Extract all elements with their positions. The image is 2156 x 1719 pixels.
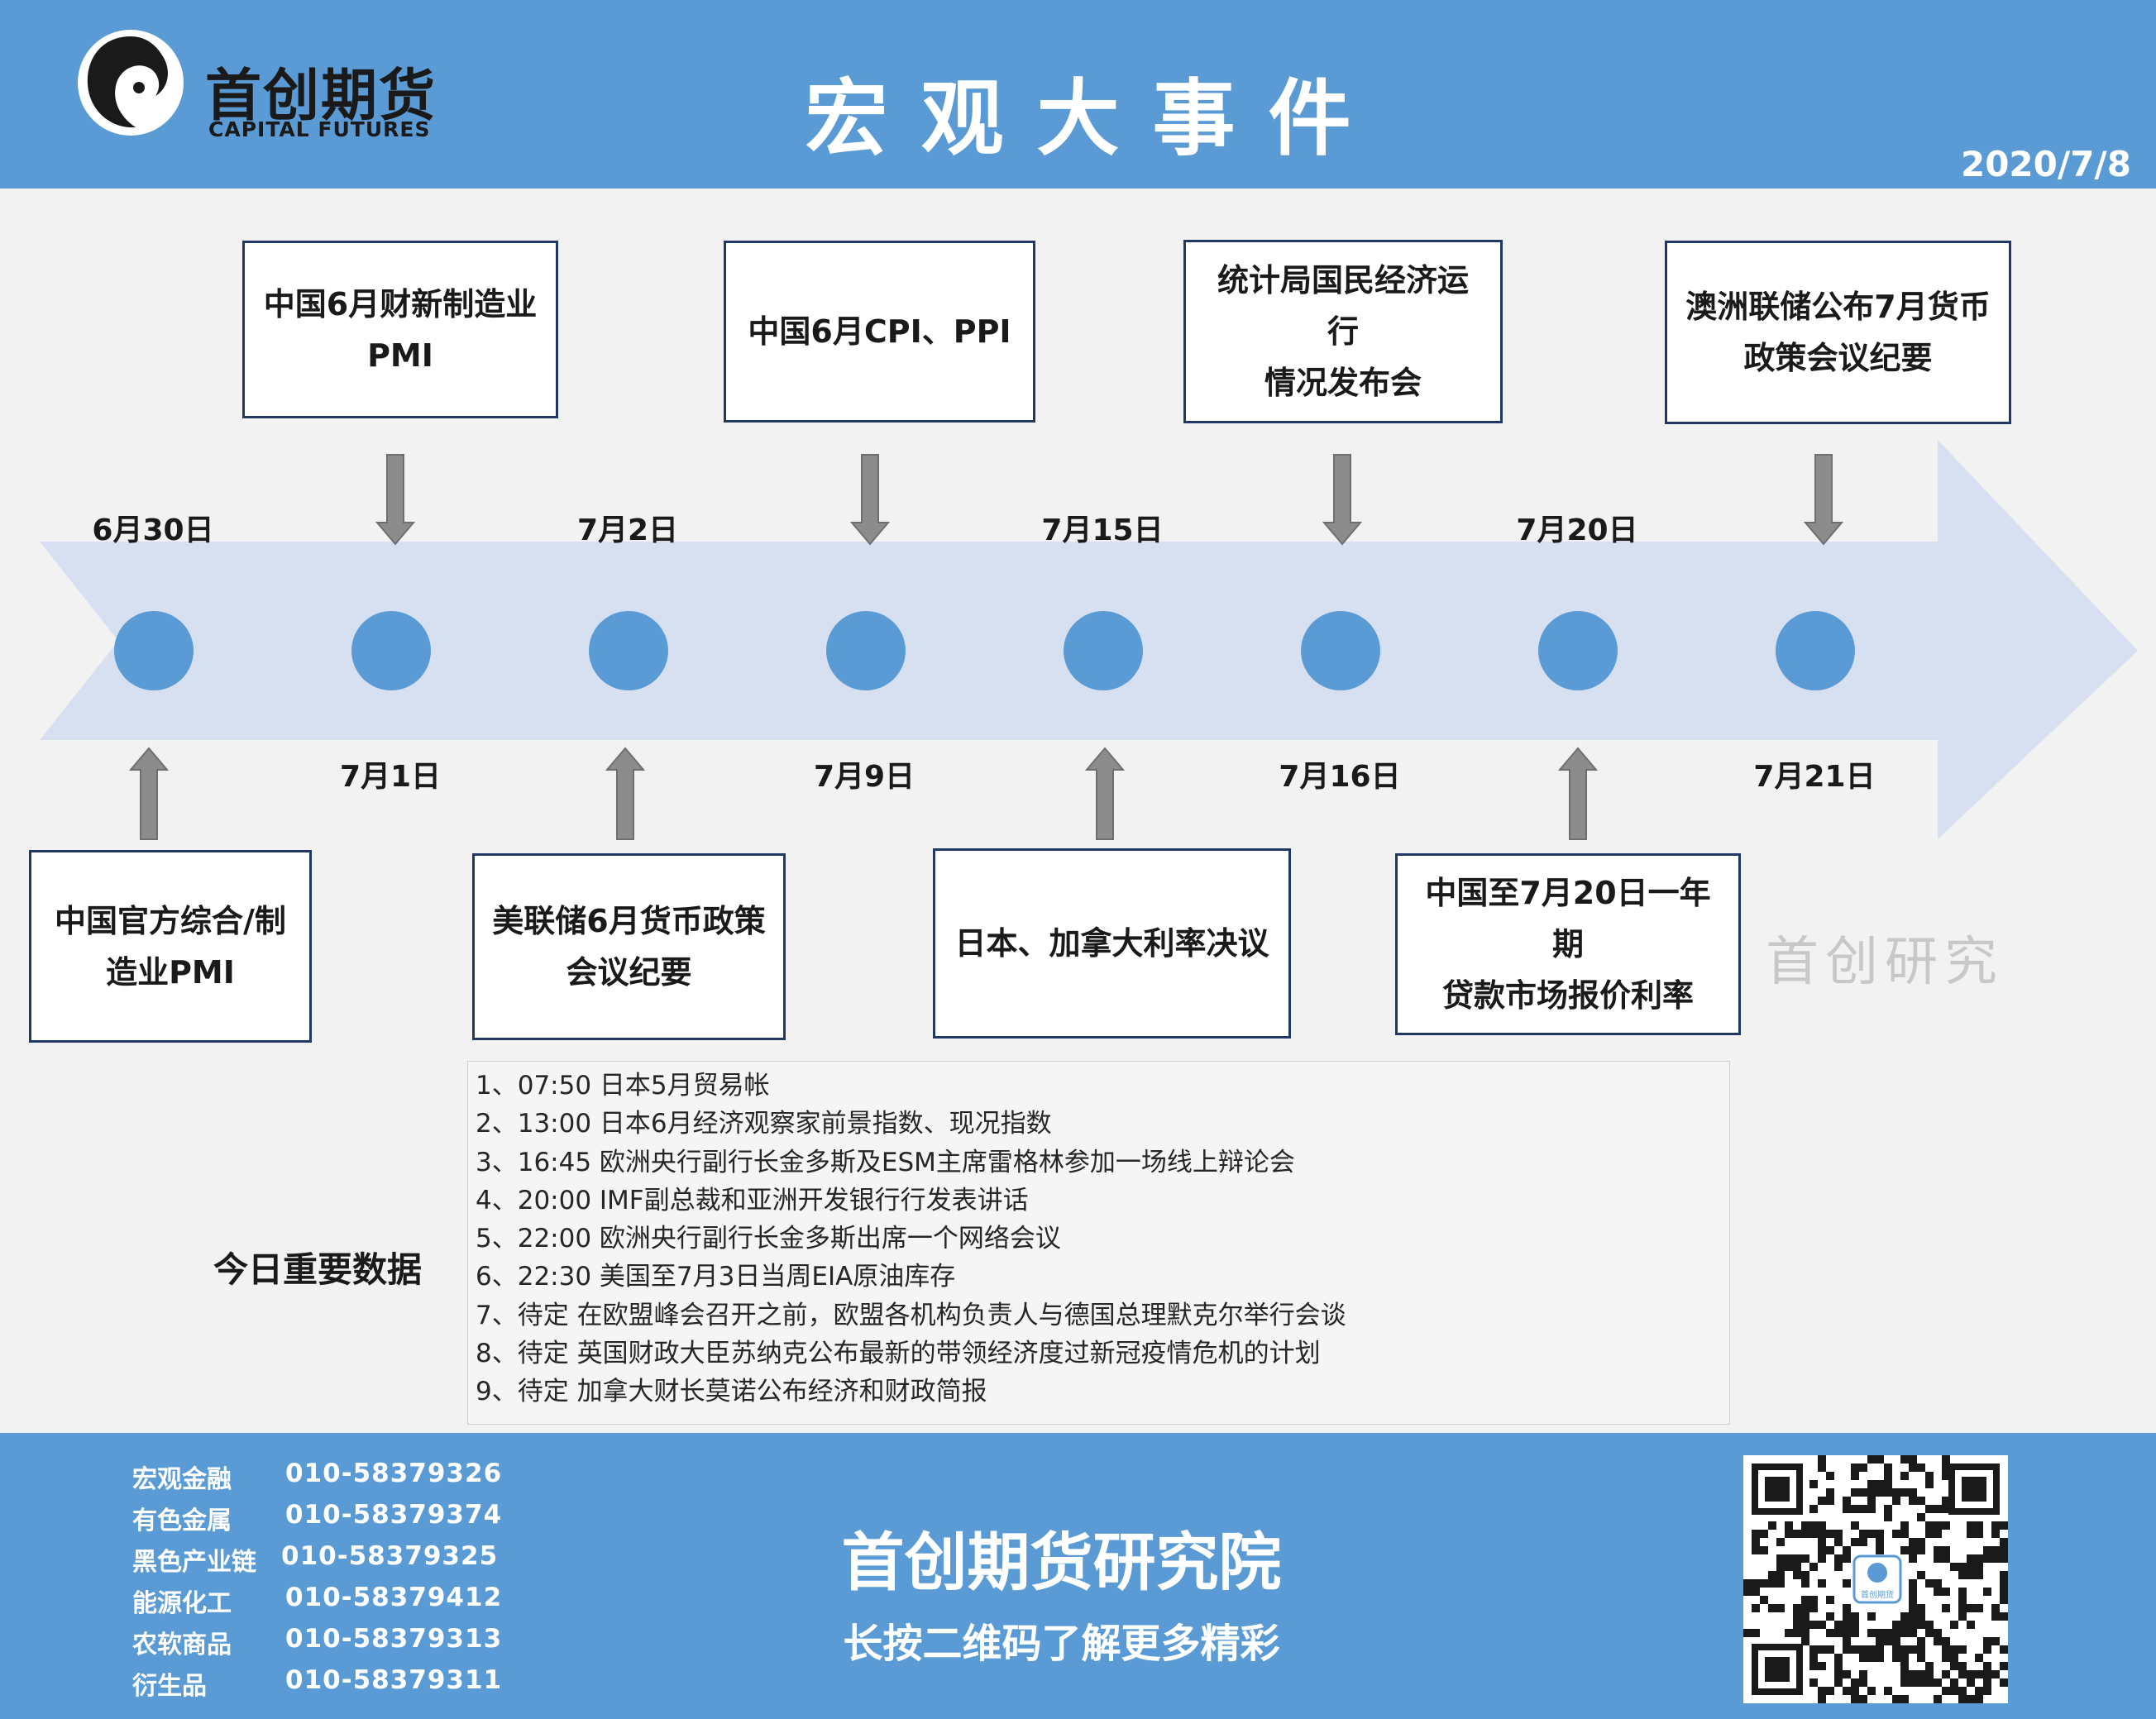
watermark: 首创研究 (1766, 932, 2004, 993)
event-box-official-pmi: 中国官方综合/制 造业PMI (29, 850, 312, 1043)
list-item: 5、22:00 欧洲央行副行长金多斯出席一个网络会议 (476, 1224, 1061, 1254)
timeline-dot (589, 611, 668, 690)
date-label: 7月2日 (576, 513, 679, 547)
event-box-cpi-ppi: 中国6月CPI、PPI (724, 241, 1035, 423)
event-text: 政策会议纪要 (1743, 340, 1933, 376)
event-text: 中国6月财新制造业 (263, 285, 538, 322)
date-label: 7月1日 (339, 760, 442, 794)
date-label: 6月30日 (92, 513, 214, 547)
event-text: 情况发布会 (1264, 365, 1422, 401)
contact-dept: 衍生品 (132, 1672, 207, 1701)
date-label: 7月20日 (1516, 513, 1638, 547)
event-text: 造业PMI (106, 953, 235, 991)
list-item: 2、13:00 日本6月经济观察家前景指数、现况指数 (476, 1109, 1052, 1139)
event-text: 中国至7月20日一年期 (1425, 875, 1711, 962)
today-data-list: 1、07:50 日本5月贸易帐 2、13:00 日本6月经济观察家前景指数、现况… (476, 1067, 1346, 1411)
contact-phone: 010-58379311 (285, 1665, 503, 1695)
date-label: 7月16日 (1279, 760, 1401, 794)
timeline-dot (1064, 611, 1143, 690)
date-label: 7月21日 (1753, 760, 1876, 794)
list-item: 4、20:00 IMF副总裁和亚洲开发银行行发表讲话 (476, 1185, 1029, 1215)
event-text: PMI (367, 337, 433, 374)
event-box-nbs-release: 统计局国民经济运行情况发布会 (1183, 240, 1503, 423)
down-arrow-icon (375, 454, 416, 546)
event-box-caixin-pmi: 中国6月财新制造业 PMI (242, 241, 558, 418)
timeline-dot (1776, 611, 1855, 690)
list-item: 9、待定 加拿大财长莫诺公布经济和财政简报 (476, 1377, 987, 1407)
list-item: 7、待定 在欧盟峰会召开之前，欧盟各机构负责人与德国总理默克尔举行会谈 (476, 1300, 1346, 1330)
today-data-label: 今日重要数据 (213, 1249, 423, 1290)
up-arrow-icon (1084, 747, 1126, 840)
qr-logo-text: 首创期货 (1861, 1589, 1894, 1600)
list-item: 3、16:45 欧洲央行副行长金多斯及ESM主席雷格林参加一场线上辩论会 (476, 1147, 1295, 1177)
date-label: 7月9日 (813, 760, 915, 794)
date-label: 7月15日 (1041, 513, 1164, 547)
event-box-lpr: 中国至7月20日一年期贷款市场报价利率 (1395, 853, 1741, 1035)
list-item: 8、待定 英国财政大臣苏纳克公布最新的带领经济度过新冠疫情危机的计划 (476, 1339, 1321, 1369)
event-box-fomc-minutes: 美联储6月货币政策 会议纪要 (472, 853, 786, 1040)
up-arrow-icon (1557, 747, 1599, 840)
contact-phone: 010-58379326 (285, 1459, 503, 1488)
timeline-dot (826, 611, 906, 690)
event-box-rba-minutes: 澳洲联储公布7月货币 政策会议纪要 (1665, 241, 2011, 424)
timeline-dot (351, 611, 431, 690)
event-box-rate-decision: 日本、加拿大利率决议 (933, 848, 1291, 1039)
up-arrow-icon (128, 747, 170, 840)
event-text: 中国官方综合/制 (55, 902, 286, 939)
contact-dept: 宏观金融 (132, 1465, 232, 1494)
event-text: 贷款市场报价利率 (1441, 977, 1694, 1014)
list-item: 6、22:30 美国至7月3日当周EIA原油库存 (476, 1262, 956, 1292)
down-arrow-icon (1803, 454, 1844, 546)
event-text: 澳洲联储公布7月货币 (1685, 289, 1991, 325)
down-arrow-icon (1322, 454, 1363, 546)
event-text: 中国6月CPI、PPI (748, 313, 1011, 350)
event-text: 统计局国民经济运行 (1217, 262, 1469, 350)
report-date: 2020/7/8 (1960, 144, 2131, 184)
timeline-dot (114, 611, 194, 690)
event-text: 美联储6月货币政策 (492, 903, 766, 939)
timeline-dot (1538, 611, 1618, 690)
up-arrow-icon (605, 747, 646, 840)
timeline-dot (1301, 611, 1380, 690)
down-arrow-icon (849, 454, 891, 546)
qr-code-icon[interactable]: 首创期货 (1743, 1455, 2008, 1703)
event-text: 会议纪要 (566, 954, 692, 991)
page-title: 宏观大事件 (805, 70, 1384, 167)
list-item: 1、07:50 日本5月贸易帐 (476, 1071, 770, 1101)
event-text: 日本、加拿大利率决议 (954, 925, 1269, 962)
